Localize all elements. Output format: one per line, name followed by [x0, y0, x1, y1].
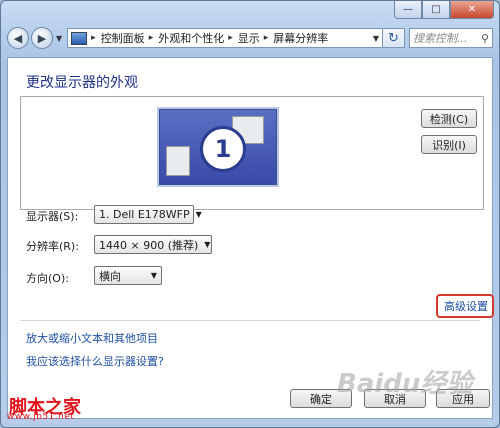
refresh-icon: ↻ [388, 30, 399, 46]
chevron-down-icon: ▼ [150, 271, 157, 280]
resolution-label: 分辨率(R): [26, 240, 79, 253]
orientation-label: 方向(O): [26, 272, 69, 285]
forward-button[interactable]: ▶ [31, 27, 53, 49]
breadcrumb-separator-icon[interactable]: ▸ [91, 33, 96, 43]
resolution-select[interactable]: 1440 × 900 (推荐) ▼ [94, 235, 212, 254]
search-box[interactable]: 搜索控制... ⚲ [409, 28, 493, 48]
maximize-button[interactable]: □ [422, 1, 450, 19]
chevron-down-icon: ▼ [195, 210, 202, 219]
breadcrumb-separator-icon[interactable]: ▸ [149, 33, 154, 43]
text-size-link[interactable]: 放大或缩小文本和其他项目 [26, 330, 158, 346]
address-dropdown-icon[interactable]: ▼ [373, 34, 379, 43]
orientation-select[interactable]: 横向 ▼ [94, 266, 162, 285]
maximize-icon: □ [431, 4, 441, 15]
back-arrow-icon: ◀ [13, 31, 23, 45]
navigation-bar: ◀ ▶ ▼ ▸ 控制面板 ▸ 外观和个性化 ▸ 显示 ▸ 屏幕分辨率 ▼ ↻ 搜… [7, 25, 493, 51]
search-placeholder: 搜索控制... [413, 32, 468, 45]
back-button[interactable]: ◀ [7, 27, 29, 49]
control-panel-window: — □ ✕ ◀ ▶ ▼ ▸ 控制面板 ▸ 外观和个性化 ▸ 显示 ▸ 屏幕分辨率… [0, 0, 500, 428]
search-icon[interactable]: ⚲ [481, 32, 489, 45]
site-url-watermark: www.jb51.net [7, 412, 75, 422]
recent-pages-dropdown[interactable]: ▼ [56, 34, 62, 43]
window-thumbnail-icon [166, 146, 190, 176]
display-select[interactable]: 1. Dell E178WFP ▼ [94, 205, 202, 224]
advanced-settings-link[interactable]: 高级设置 [444, 298, 488, 314]
minimize-button[interactable]: — [394, 1, 422, 19]
detect-button[interactable]: 检测(C) [421, 109, 477, 128]
breadcrumb-appearance[interactable]: 外观和个性化 [158, 30, 224, 46]
breadcrumb-separator-icon[interactable]: ▸ [264, 33, 269, 43]
close-icon: ✕ [467, 4, 477, 15]
breadcrumb-screen-resolution[interactable]: 屏幕分辨率 [273, 30, 328, 46]
orientation-value: 横向 [99, 269, 121, 283]
display-settings-help-link[interactable]: 我应该选择什么显示器设置? [26, 353, 164, 369]
breadcrumb-separator-icon[interactable]: ▸ [228, 33, 233, 43]
page-title: 更改显示器的外观 [26, 75, 138, 91]
control-panel-icon [71, 31, 88, 45]
breadcrumb-control-panel[interactable]: 控制面板 [101, 30, 145, 46]
monitor-number: 1 [200, 126, 246, 172]
minimize-icon: — [403, 4, 413, 15]
display-value: 1. Dell E178WFP [99, 208, 190, 221]
forward-arrow-icon: ▶ [37, 31, 47, 45]
monitor-preview: 1 检测(C) 识别(I) [20, 96, 484, 210]
divider [20, 320, 480, 321]
resolution-value: 1440 × 900 (推荐) [99, 238, 199, 252]
refresh-button[interactable]: ↻ [383, 28, 405, 48]
chevron-down-icon: ▼ [204, 240, 211, 249]
caption-buttons: — □ ✕ [394, 1, 494, 19]
display-label: 显示器(S): [26, 210, 79, 223]
breadcrumb-display[interactable]: 显示 [238, 30, 260, 46]
address-bar[interactable]: ▸ 控制面板 ▸ 外观和个性化 ▸ 显示 ▸ 屏幕分辨率 ▼ [67, 28, 383, 48]
close-button[interactable]: ✕ [450, 1, 494, 19]
monitor-1[interactable]: 1 [159, 109, 277, 185]
identify-button[interactable]: 识别(I) [421, 135, 477, 154]
baidu-watermark: Baidu经验 [337, 369, 473, 399]
